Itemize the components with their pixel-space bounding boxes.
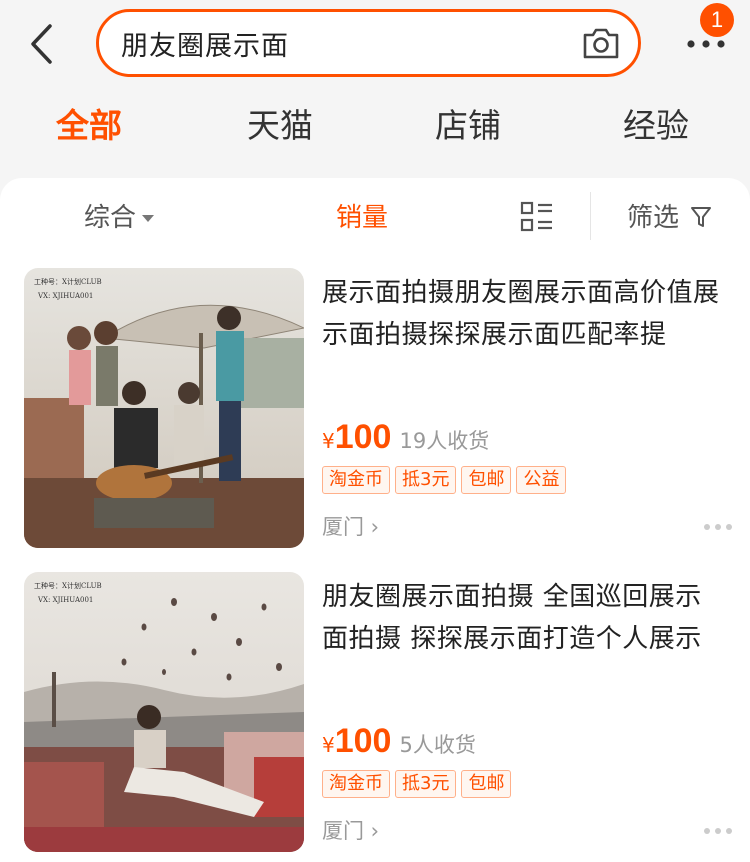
price-row: ¥ 100 19人收货	[322, 418, 489, 464]
sort-sales[interactable]: 销量	[336, 198, 388, 238]
shop-location[interactable]: 厦门 ›	[322, 815, 379, 845]
product-item[interactable]: 工种号：X计划CLUB VX: XJIHUA001 朋友圈展示面拍摄 全国巡回展…	[0, 572, 750, 862]
chevron-right-icon: ›	[364, 819, 380, 843]
tag-taojinbi: 淘金币	[322, 770, 390, 798]
search-input[interactable]: 朋友圈展示面	[96, 9, 641, 77]
tag-free-shipping: 包邮	[461, 466, 512, 494]
chevron-left-icon	[31, 24, 52, 64]
product-price: 100	[334, 722, 392, 760]
results-panel: 综合 销量 筛选 工种号：X计划CLUB VX: XJIHUA001 展示面拍摄…	[0, 178, 750, 862]
header: 朋友圈展示面 1 全部 天猫 店铺 经验	[0, 0, 750, 178]
tab-shops[interactable]: 店铺	[435, 98, 501, 154]
camera-icon[interactable]	[582, 26, 620, 60]
tag-taojinbi: 淘金币	[322, 466, 390, 494]
sort-bar: 综合 销量 筛选	[0, 178, 750, 258]
image-caption: VX: XJIHUA001	[37, 596, 93, 604]
product-item[interactable]: 工种号：X计划CLUB VX: XJIHUA001 展示面拍摄朋友圈展示面高价值…	[0, 268, 750, 558]
tab-experience[interactable]: 经验	[623, 98, 689, 154]
image-caption: 工种号：X计划CLUB	[34, 277, 102, 286]
sold-count: 5人收货	[399, 733, 476, 757]
sort-filter[interactable]: 筛选	[627, 198, 679, 238]
sold-count: 19人收货	[399, 429, 490, 453]
currency-symbol: ¥	[322, 733, 335, 757]
tab-bar: 全部 天猫 店铺 经验	[0, 98, 750, 158]
location-label: 厦门	[322, 515, 364, 539]
product-image[interactable]: 工种号：X计划CLUB VX: XJIHUA001	[24, 572, 304, 852]
notification-badge: 1	[700, 3, 734, 37]
image-caption: VX: XJIHUA001	[37, 292, 93, 300]
location-label: 厦门	[322, 819, 364, 843]
product-price: 100	[334, 418, 392, 456]
product-title[interactable]: 朋友圈展示面拍摄 全国巡回展示面拍摄 探探展示面打造个人展示	[322, 576, 727, 660]
tag-list: 淘金币 抵3元 包邮	[322, 770, 512, 798]
product-photo: 工种号：X计划CLUB VX: XJIHUA001	[24, 268, 304, 548]
product-more-icon[interactable]	[703, 523, 733, 531]
filter-icon[interactable]	[690, 205, 712, 229]
chevron-right-icon: ›	[364, 515, 380, 539]
currency-symbol: ¥	[322, 429, 335, 453]
product-title[interactable]: 展示面拍摄朋友圈展示面高价值展示面拍摄探探展示面匹配率提	[322, 272, 727, 356]
product-photo: 工种号：X计划CLUB VX: XJIHUA001	[24, 572, 304, 852]
search-query: 朋友圈展示面	[121, 30, 289, 62]
back-button[interactable]	[20, 18, 64, 70]
tag-discount: 抵3元	[395, 466, 457, 494]
sort-comprehensive-label: 综合	[84, 203, 137, 233]
price-row: ¥ 100 5人收货	[322, 722, 476, 768]
image-caption: 工种号：X计划CLUB	[34, 581, 102, 590]
more-icon[interactable]	[684, 34, 728, 54]
tag-list: 淘金币 抵3元 包邮 公益	[322, 466, 567, 494]
sort-divider	[590, 192, 591, 240]
shop-location[interactable]: 厦门 ›	[322, 511, 379, 541]
tag-charity: 公益	[516, 466, 567, 494]
tag-discount: 抵3元	[395, 770, 457, 798]
product-more-icon[interactable]	[703, 827, 733, 835]
product-image[interactable]: 工种号：X计划CLUB VX: XJIHUA001	[24, 268, 304, 548]
list-layout-icon[interactable]	[520, 200, 554, 234]
tab-all[interactable]: 全部	[56, 98, 122, 154]
sort-comprehensive[interactable]: 综合	[84, 198, 155, 238]
tab-tmall[interactable]: 天猫	[247, 98, 313, 154]
tag-free-shipping: 包邮	[461, 770, 512, 798]
caret-down-icon	[142, 215, 155, 222]
